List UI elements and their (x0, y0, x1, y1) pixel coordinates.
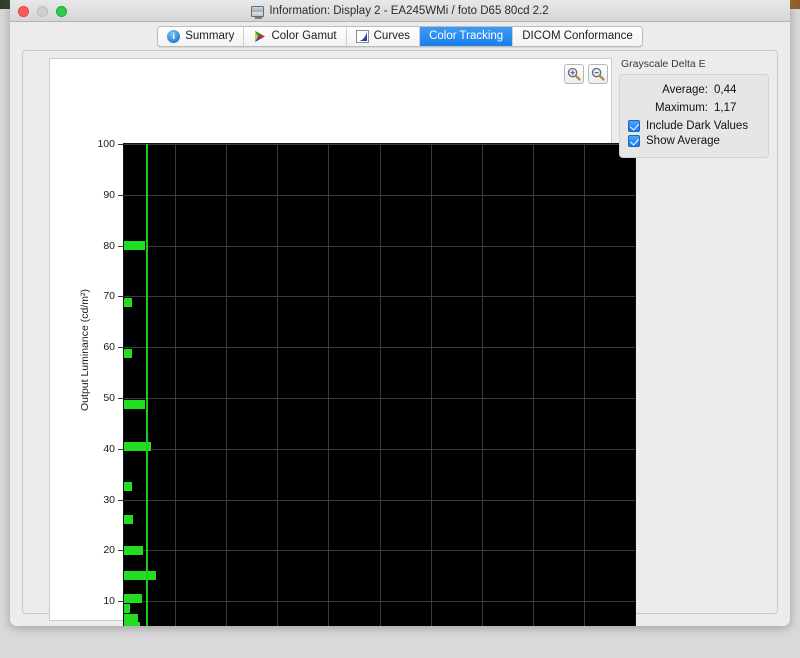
y-axis: 0102030405060708090100 (88, 143, 123, 626)
grid-line-horizontal (124, 246, 635, 247)
tab-curves[interactable]: Curves (347, 27, 420, 46)
window-title-group: Information: Display 2 - EA245WMi / foto… (10, 0, 790, 22)
grid-line-vertical (328, 144, 329, 626)
y-axis-tick (118, 500, 123, 501)
tab-color-gamut-label: Color Gamut (271, 30, 336, 42)
maximum-value: 1,17 (714, 102, 760, 114)
information-window: Information: Display 2 - EA245WMi / foto… (10, 0, 790, 626)
tab-dicom-conformance-label: DICOM Conformance (522, 30, 633, 42)
average-label: Average: (628, 84, 708, 96)
grid-line-horizontal (124, 347, 635, 348)
delta-e-bar (124, 241, 145, 250)
gamut-icon (253, 30, 266, 43)
y-axis-tick (118, 601, 123, 602)
grid-line-horizontal (124, 550, 635, 551)
delta-e-bar (124, 546, 143, 555)
delta-e-bar (124, 482, 132, 491)
y-axis-label: 90 (85, 189, 115, 201)
tab-curves-label: Curves (374, 30, 410, 42)
grid-line-vertical (584, 144, 585, 626)
grid-line-horizontal (124, 500, 635, 501)
info-icon (167, 30, 180, 43)
grid-line-vertical (380, 144, 381, 626)
window-title: Information: Display 2 - EA245WMi / foto… (269, 5, 548, 17)
y-axis-title: Output Luminance (cd/m²) (79, 230, 91, 470)
zoom-out-button[interactable] (588, 64, 608, 84)
grid-line-vertical (277, 144, 278, 626)
y-axis-label: 20 (85, 544, 115, 556)
grid-line-horizontal (124, 195, 635, 196)
tab-bar: Summary Color Gamut (10, 22, 790, 50)
include-dark-values-label: Include Dark Values (646, 120, 748, 132)
show-average-label: Show Average (646, 135, 720, 147)
chart-card: 0102030405060708090100 012345678910 Delt… (49, 58, 612, 621)
tab-summary-label: Summary (185, 30, 234, 42)
tab-color-tracking-label: Color Tracking (429, 30, 503, 42)
grid-line-vertical (226, 144, 227, 626)
grid-line-horizontal (124, 144, 635, 145)
y-axis-tick (118, 550, 123, 551)
grid-line-horizontal (124, 296, 635, 297)
y-axis-tick (118, 246, 123, 247)
average-value: 0,44 (714, 84, 760, 96)
display-icon (251, 6, 264, 17)
y-axis-tick (118, 347, 123, 348)
grid-line-vertical (635, 144, 636, 626)
delta-e-plot[interactable] (123, 143, 636, 626)
content-panel: 0102030405060708090100 012345678910 Delt… (22, 50, 778, 614)
grayscale-delta-e-panel: Grayscale Delta E Average: 0,44 Maximum:… (619, 58, 769, 178)
grid-line-vertical (175, 144, 176, 626)
show-average-checkbox[interactable] (628, 135, 640, 147)
show-average-row[interactable]: Show Average (628, 135, 760, 147)
grid-line-vertical (431, 144, 432, 626)
y-axis-tick (118, 195, 123, 196)
tab-group: Summary Color Gamut (157, 26, 643, 47)
window-titlebar[interactable]: Information: Display 2 - EA245WMi / foto… (10, 0, 790, 22)
delta-e-bar (124, 349, 132, 358)
y-axis-label: 10 (85, 595, 115, 607)
include-dark-values-row[interactable]: Include Dark Values (628, 120, 760, 132)
y-axis-tick (118, 144, 123, 145)
delta-e-bar (124, 515, 133, 524)
grid-line-horizontal (124, 601, 635, 602)
y-axis-label: 100 (85, 138, 115, 150)
average-line (146, 144, 148, 626)
grayscale-delta-e-title: Grayscale Delta E (621, 58, 769, 70)
tab-summary[interactable]: Summary (158, 27, 244, 46)
maximum-label: Maximum: (628, 102, 708, 114)
y-axis-tick (118, 296, 123, 297)
grayscale-delta-e-box: Average: 0,44 Maximum: 1,17 Include Dark… (619, 74, 769, 158)
y-axis-label: 30 (85, 494, 115, 506)
average-row: Average: 0,44 (628, 84, 760, 96)
delta-e-bar (124, 614, 138, 623)
grid-line-vertical (482, 144, 483, 626)
zoom-in-button[interactable] (564, 64, 584, 84)
tab-color-tracking[interactable]: Color Tracking (420, 27, 513, 46)
delta-e-bar (124, 400, 145, 409)
delta-e-bar (124, 594, 142, 603)
grid-line-vertical (533, 144, 534, 626)
delta-e-bar (124, 298, 132, 307)
include-dark-values-checkbox[interactable] (628, 120, 640, 132)
delta-e-bar (124, 571, 156, 580)
delta-e-bar (124, 604, 130, 613)
grid-line-horizontal (124, 449, 635, 450)
y-axis-tick (118, 449, 123, 450)
tab-color-gamut[interactable]: Color Gamut (244, 27, 346, 46)
maximum-row: Maximum: 1,17 (628, 102, 760, 114)
tab-dicom-conformance[interactable]: DICOM Conformance (513, 27, 642, 46)
curves-icon (356, 30, 369, 43)
y-axis-tick (118, 398, 123, 399)
grid-line-horizontal (124, 398, 635, 399)
